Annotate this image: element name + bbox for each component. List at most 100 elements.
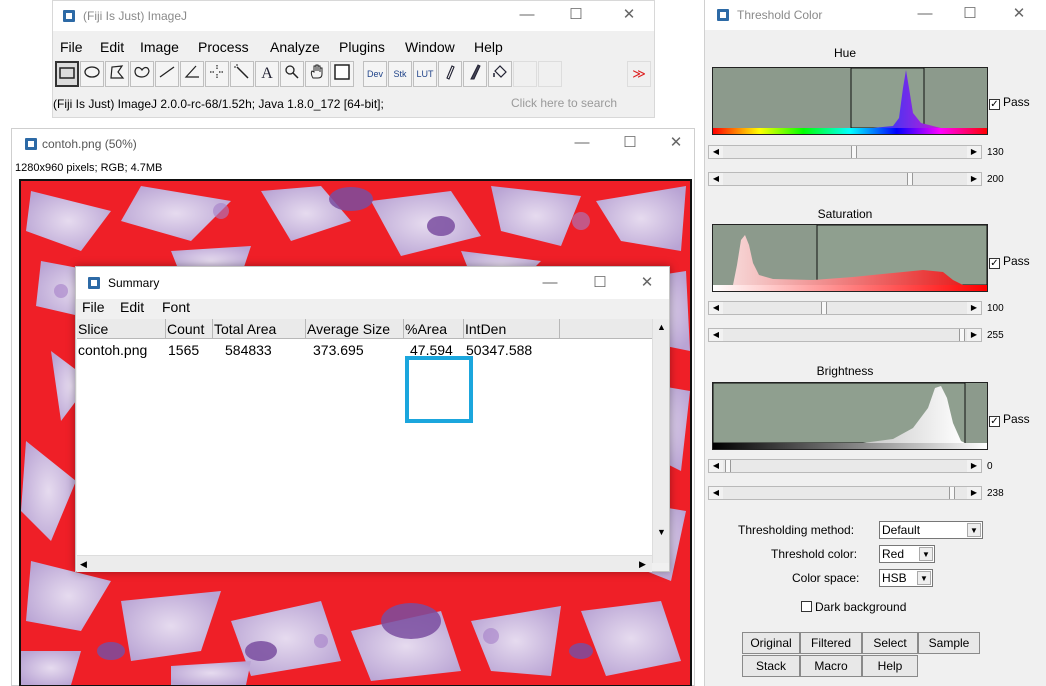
- slider-right-icon[interactable]: ▶: [967, 329, 981, 341]
- chevron-down-icon[interactable]: ▼: [917, 571, 931, 585]
- flood-fill-tool-icon[interactable]: [488, 61, 512, 87]
- table-cell[interactable]: 50347.588: [466, 342, 532, 358]
- polygon-tool-icon[interactable]: [105, 61, 129, 87]
- summary-menu-file[interactable]: File: [82, 299, 105, 315]
- menu-help[interactable]: Help: [474, 39, 503, 55]
- summary-titlebar[interactable]: Summary — ☐ ✕: [76, 267, 669, 299]
- minimize-button[interactable]: —: [536, 273, 564, 293]
- slider-thumb[interactable]: [851, 146, 857, 158]
- column-header-count[interactable]: Count: [166, 319, 213, 339]
- brush-tool-icon[interactable]: [463, 61, 487, 87]
- wand-tool-icon[interactable]: [230, 61, 254, 87]
- brightness-max-slider[interactable]: ◀ ▶: [708, 486, 982, 500]
- table-cell[interactable]: 373.695: [313, 342, 364, 358]
- hand-tool-icon[interactable]: [305, 61, 329, 87]
- more-tools-icon[interactable]: ≫: [627, 61, 651, 87]
- slider-left-icon[interactable]: ◀: [709, 173, 723, 185]
- saturation-max-slider[interactable]: ◀ ▶: [708, 328, 982, 342]
- line-tool-icon[interactable]: [155, 61, 179, 87]
- text-tool-icon[interactable]: A: [255, 61, 279, 87]
- dark-background-checkbox[interactable]: Dark background: [801, 600, 906, 614]
- column-header-average-size[interactable]: Average Size: [306, 319, 404, 339]
- angle-tool-icon[interactable]: [180, 61, 204, 87]
- table-cell[interactable]: contoh.png: [78, 342, 147, 358]
- original-button[interactable]: Original: [742, 632, 800, 654]
- brightness-min-slider[interactable]: ◀ ▶: [708, 459, 982, 473]
- color-picker-tool-icon[interactable]: [330, 61, 354, 87]
- hue-max-slider[interactable]: ◀ ▶: [708, 172, 982, 186]
- color-space-select[interactable]: HSB ▼: [879, 569, 933, 587]
- summary-menu-font[interactable]: Font: [162, 299, 190, 315]
- sample-button[interactable]: Sample: [918, 632, 980, 654]
- menu-image[interactable]: Image: [140, 39, 179, 55]
- maximize-button[interactable]: ☐: [562, 5, 590, 25]
- slider-right-icon[interactable]: ▶: [967, 173, 981, 185]
- thresholding-method-select[interactable]: Default ▼: [879, 521, 983, 539]
- horizontal-scrollbar[interactable]: ◀ ▶: [77, 555, 652, 572]
- close-button[interactable]: ✕: [633, 273, 661, 293]
- lut-tool-icon[interactable]: LUT: [413, 61, 437, 87]
- magnifier-tool-icon[interactable]: [280, 61, 304, 87]
- slider-left-icon[interactable]: ◀: [709, 302, 723, 314]
- scroll-down-icon[interactable]: ▼: [657, 527, 666, 537]
- column-header-slice[interactable]: Slice: [77, 319, 166, 339]
- stk-tool-icon[interactable]: Stk: [388, 61, 412, 87]
- chevron-down-icon[interactable]: ▼: [967, 523, 981, 537]
- close-button[interactable]: ✕: [662, 133, 690, 153]
- menu-file[interactable]: File: [60, 39, 83, 55]
- close-button[interactable]: ✕: [1005, 4, 1033, 24]
- slider-left-icon[interactable]: ◀: [709, 487, 723, 499]
- threshold-color-select[interactable]: Red ▼: [879, 545, 935, 563]
- slider-thumb[interactable]: [959, 329, 965, 341]
- dev-tool-icon[interactable]: Dev: [363, 61, 387, 87]
- rectangle-tool-icon[interactable]: [55, 61, 79, 87]
- freehand-tool-icon[interactable]: [130, 61, 154, 87]
- slider-right-icon[interactable]: ▶: [967, 302, 981, 314]
- chevron-down-icon[interactable]: ▼: [919, 547, 933, 561]
- maximize-button[interactable]: ☐: [956, 4, 984, 24]
- column-header-percent-area[interactable]: %Area: [404, 319, 464, 339]
- close-button[interactable]: ✕: [615, 5, 643, 25]
- menu-plugins[interactable]: Plugins: [339, 39, 385, 55]
- menu-process[interactable]: Process: [198, 39, 249, 55]
- saturation-pass-checkbox[interactable]: ✓ Pass: [989, 254, 1030, 269]
- slider-right-icon[interactable]: ▶: [967, 460, 981, 472]
- macro-button[interactable]: Macro: [800, 655, 862, 677]
- select-button[interactable]: Select: [862, 632, 918, 654]
- maximize-button[interactable]: ☐: [586, 273, 614, 293]
- empty-tool-slot[interactable]: [513, 61, 537, 87]
- menu-window[interactable]: Window: [405, 39, 455, 55]
- empty-tool-slot[interactable]: [538, 61, 562, 87]
- image-window-titlebar[interactable]: contoh.png (50%) — ☐ ✕: [12, 129, 694, 161]
- filtered-button[interactable]: Filtered: [800, 632, 862, 654]
- search-field[interactable]: Click here to search: [509, 96, 651, 114]
- slider-right-icon[interactable]: ▶: [967, 146, 981, 158]
- imagej-titlebar[interactable]: (Fiji Is Just) ImageJ — ☐ ✕: [53, 1, 654, 31]
- menu-edit[interactable]: Edit: [100, 39, 124, 55]
- vertical-scrollbar[interactable]: ▲ ▼: [652, 319, 669, 563]
- slider-left-icon[interactable]: ◀: [709, 329, 723, 341]
- scroll-up-icon[interactable]: ▲: [657, 322, 666, 332]
- minimize-button[interactable]: —: [568, 133, 596, 153]
- slider-thumb[interactable]: [949, 487, 955, 499]
- slider-left-icon[interactable]: ◀: [709, 460, 723, 472]
- help-button[interactable]: Help: [862, 655, 918, 677]
- menu-analyze[interactable]: Analyze: [270, 39, 320, 55]
- hue-min-slider[interactable]: ◀ ▶: [708, 145, 982, 159]
- table-cell[interactable]: 584833: [225, 342, 272, 358]
- pencil-tool-icon[interactable]: [438, 61, 462, 87]
- table-cell[interactable]: 1565: [168, 342, 199, 358]
- brightness-pass-checkbox[interactable]: ✓ Pass: [989, 412, 1030, 427]
- saturation-min-slider[interactable]: ◀ ▶: [708, 301, 982, 315]
- slider-thumb[interactable]: [907, 173, 913, 185]
- column-header-total-area[interactable]: Total Area: [213, 319, 306, 339]
- scroll-right-icon[interactable]: ▶: [639, 559, 646, 570]
- maximize-button[interactable]: ☐: [616, 133, 644, 153]
- slider-thumb[interactable]: [821, 302, 827, 314]
- column-header-intden[interactable]: IntDen: [464, 319, 560, 339]
- scroll-left-icon[interactable]: ◀: [80, 559, 87, 570]
- minimize-button[interactable]: —: [911, 4, 939, 24]
- slider-right-icon[interactable]: ▶: [967, 487, 981, 499]
- slider-thumb[interactable]: [725, 460, 731, 472]
- results-table[interactable]: Slice Count Total Area Average Size %Are…: [77, 319, 652, 563]
